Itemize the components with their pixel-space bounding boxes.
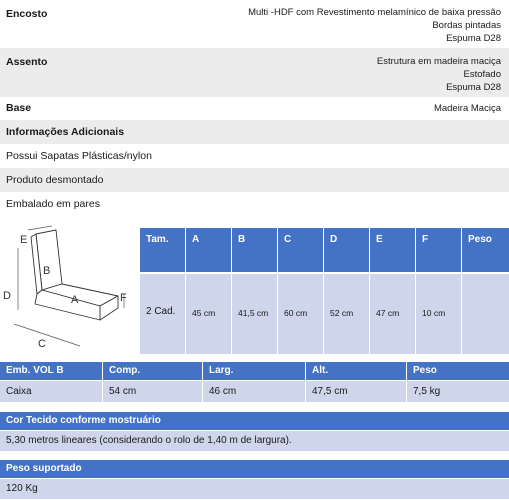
- spec-label: Assento: [6, 56, 48, 68]
- dim-value-tam: 2 Cad.: [140, 274, 186, 354]
- emb-value-larg: 46 cm: [203, 381, 306, 402]
- info-line: Possui Sapatas Plásticas/nylon: [0, 144, 509, 168]
- dim-value-c: 60 cm: [278, 274, 324, 354]
- dim-header-peso: Peso: [462, 228, 509, 272]
- dim-value-d: 52 cm: [324, 274, 370, 354]
- emb-value-vol: Caixa: [0, 381, 103, 402]
- diagram-label-b: B: [43, 265, 50, 277]
- diagram-label-c: C: [38, 338, 46, 350]
- chair-dimension-diagram: E B D A F C: [3, 225, 127, 350]
- dim-header-tam: Tam.: [140, 228, 186, 272]
- dim-line-e: [27, 225, 53, 231]
- spec-value-line: Multi -HDF com Revestimento melamínico d…: [248, 7, 501, 18]
- dim-header-e: E: [370, 228, 416, 272]
- spec-value: Estrutura em madeira maciça Estofado Esp…: [377, 55, 501, 94]
- emb-value-peso: 7,5 kg: [407, 381, 509, 402]
- spec-value-line: Estofado: [463, 69, 502, 80]
- emb-header-vol: Emb. VOL B: [0, 362, 103, 380]
- packaging-table: Emb. VOL B Comp. Larg. Alt. Peso Caixa 5…: [0, 362, 509, 402]
- dim-value-b: 41,5 cm: [232, 274, 278, 354]
- weight-value: 120 Kg: [0, 479, 509, 499]
- dim-header-c: C: [278, 228, 324, 272]
- emb-header-peso: Peso: [407, 362, 509, 380]
- dim-header-a: A: [186, 228, 232, 272]
- emb-header-larg: Larg.: [203, 362, 306, 380]
- dim-line-c: [13, 323, 81, 347]
- dim-header-b: B: [232, 228, 278, 272]
- emb-header-alt: Alt.: [306, 362, 407, 380]
- spec-row-base: Base Madeira Maciça: [0, 98, 509, 120]
- diagram-label-d: D: [3, 290, 11, 302]
- fabric-value: 5,30 metros lineares (considerando o rol…: [0, 431, 509, 451]
- diagram-label-a: A: [71, 294, 79, 306]
- spec-row-encosto: Encosto Multi -HDF com Revestimento mela…: [0, 0, 509, 48]
- fabric-heading: Cor Tecido conforme mostruário: [0, 412, 509, 430]
- dim-value-a: 45 cm: [186, 274, 232, 354]
- dim-value-e: 47 cm: [370, 274, 416, 354]
- diagram-label-e: E: [20, 234, 27, 246]
- spec-value-line: Bordas pintadas: [432, 20, 501, 31]
- spec-label: Base: [6, 102, 32, 114]
- dim-value-peso: [462, 274, 509, 354]
- info-line: Embalado em pares: [0, 192, 509, 216]
- dimensions-table: Tam. A B C D E F Peso 2 Cad. 45 cm 41,5 …: [140, 228, 509, 354]
- spec-label: Encosto: [6, 8, 48, 20]
- emb-value-comp: 54 cm: [103, 381, 203, 402]
- dim-header-d: D: [324, 228, 370, 272]
- spec-value: Multi -HDF com Revestimento melamínico d…: [248, 6, 501, 45]
- spec-value-line: Espuma D28: [446, 33, 501, 44]
- dim-value-f: 10 cm: [416, 274, 462, 354]
- diagram-label-f: F: [120, 292, 127, 304]
- weight-heading: Peso suportado: [0, 460, 509, 478]
- emb-value-alt: 47,5 cm: [306, 381, 407, 402]
- info-heading: Informações Adicionais: [0, 120, 509, 144]
- spec-row-assento: Assento Estrutura em madeira maciça Esto…: [0, 48, 509, 98]
- spec-value-line: Espuma D28: [446, 82, 501, 93]
- dim-header-f: F: [416, 228, 462, 272]
- spec-value: Madeira Maciça: [433, 103, 501, 114]
- spec-value-line: Estrutura em madeira maciça: [376, 56, 501, 67]
- info-line: Produto desmontado: [0, 168, 509, 192]
- emb-header-comp: Comp.: [103, 362, 203, 380]
